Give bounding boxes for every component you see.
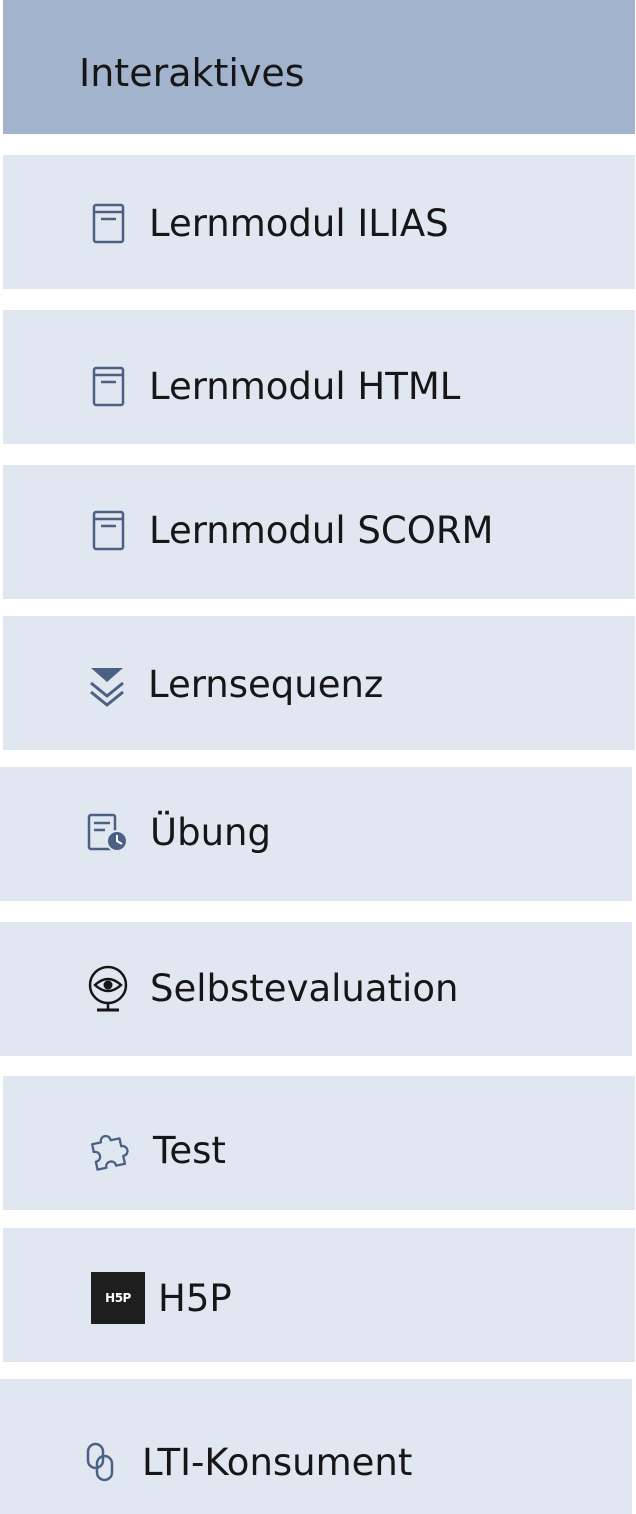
menu-item-lernsequenz[interactable]: Lernsequenz (3, 616, 635, 750)
lti-consumer-icon (86, 1442, 114, 1482)
self-evaluation-icon (88, 965, 128, 1012)
menu-item-lernmodul-ilias[interactable]: Lernmodul ILIAS (3, 155, 635, 289)
menu-item-test[interactable]: Test (3, 1076, 635, 1210)
menu-item-h5p[interactable]: H5P H5P (3, 1228, 635, 1362)
menu-item-label: Übung (150, 811, 271, 854)
menu-item-lernmodul-html[interactable]: Lernmodul HTML (3, 310, 635, 444)
learning-sequence-icon (90, 668, 124, 707)
h5p-badge-text: H5P (105, 1291, 131, 1305)
interactive-objects-menu: Interaktives Lernmodul ILIAS Lernmodul H… (0, 0, 636, 1514)
menu-item-label: H5P (158, 1277, 232, 1320)
menu-item-label: Lernmodul ILIAS (149, 202, 449, 245)
learning-module-icon (92, 366, 125, 407)
learning-module-icon (92, 203, 125, 244)
menu-item-label: Lernmodul SCORM (149, 509, 494, 552)
menu-item-label: Lernmodul HTML (149, 365, 461, 408)
menu-item-label: Lernsequenz (148, 663, 384, 706)
menu-item-lti-konsument[interactable]: LTI-Konsument (0, 1379, 632, 1514)
exercise-icon (87, 813, 128, 852)
h5p-icon: H5P (91, 1272, 145, 1324)
menu-section-title: Interaktives (79, 51, 305, 95)
learning-module-icon (92, 510, 125, 551)
test-puzzle-icon (90, 1134, 129, 1171)
menu-item-selbstevaluation[interactable]: Selbstevaluation (0, 922, 632, 1056)
menu-section-header: Interaktives (3, 0, 635, 134)
menu-item-lernmodul-scorm[interactable]: Lernmodul SCORM (3, 465, 635, 599)
menu-item-label: LTI-Konsument (142, 1441, 413, 1484)
menu-item-uebung[interactable]: Übung (0, 767, 632, 901)
menu-item-label: Test (153, 1129, 226, 1172)
menu-item-label: Selbstevaluation (150, 967, 459, 1010)
